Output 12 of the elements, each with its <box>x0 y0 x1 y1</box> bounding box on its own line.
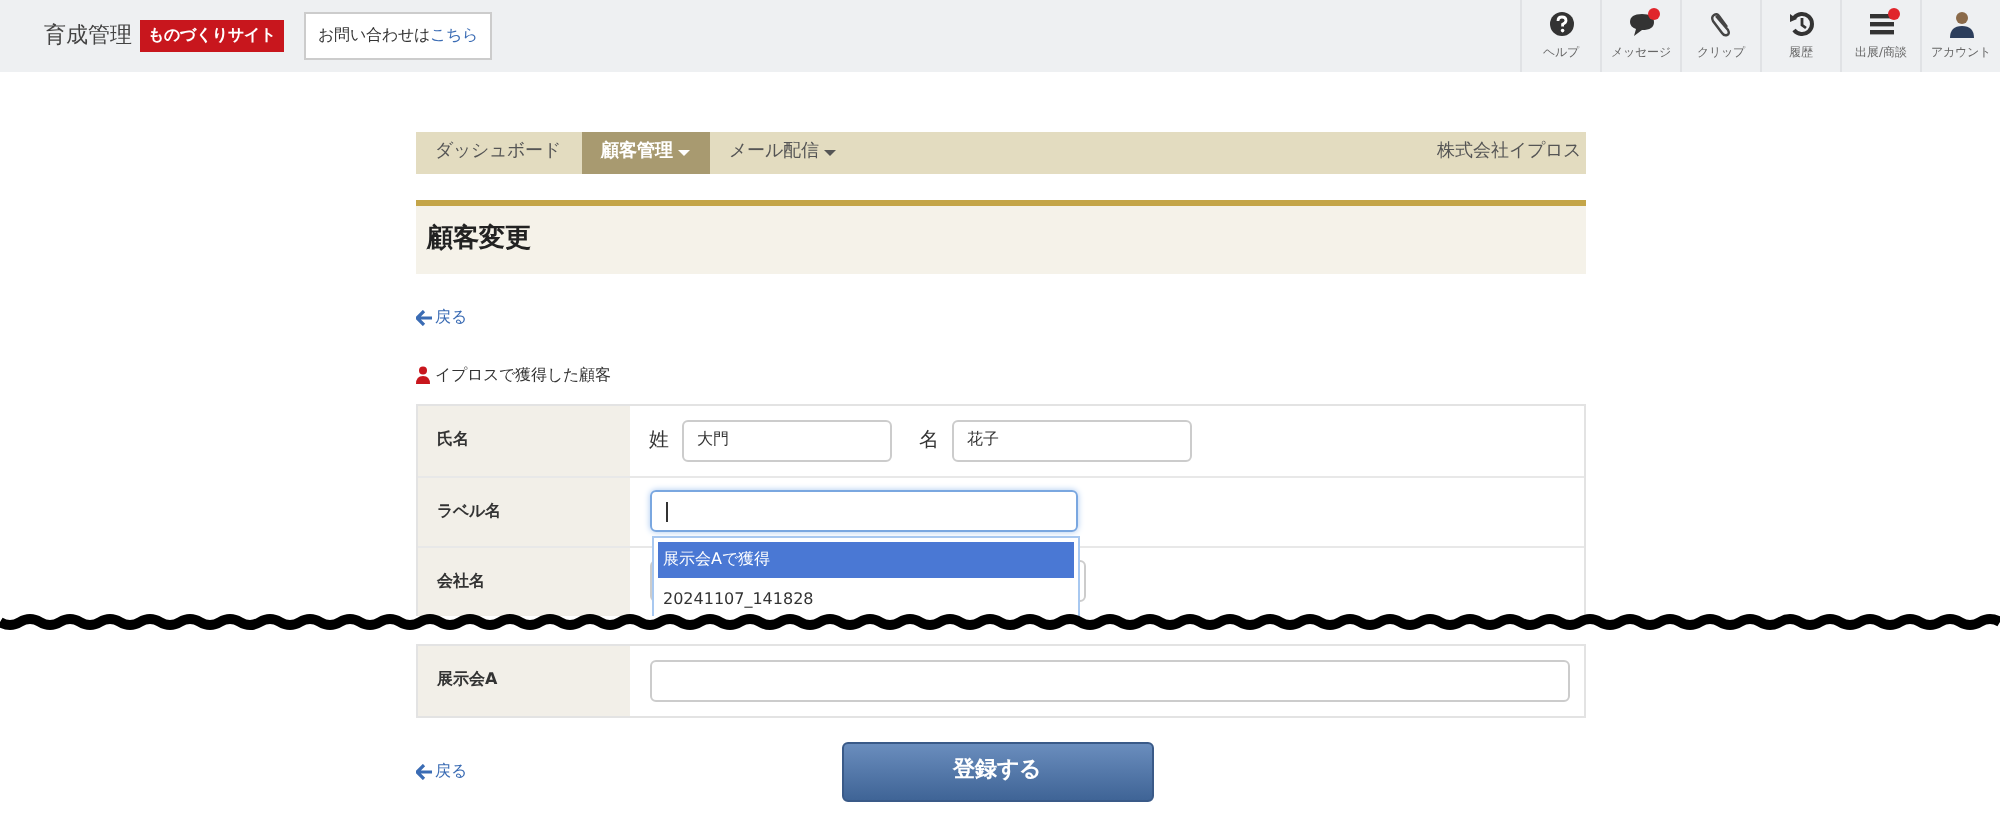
section-label: イプロスで獲得した顧客 <box>435 363 611 387</box>
field-label: ラベル名 <box>417 477 629 545</box>
field-label: 展示会A <box>417 645 629 715</box>
contact-text: お問い合わせは <box>318 26 430 44</box>
app-title: 育成管理 <box>44 19 132 52</box>
field-label: 姓 <box>649 427 669 455</box>
field-label: 氏名 <box>417 405 629 475</box>
page-title: 顧客変更 <box>415 200 1585 273</box>
site-tag: ものづくりサイト <box>140 20 284 52</box>
field-label: 名 <box>919 427 939 455</box>
field-label: 会社名 <box>417 547 629 615</box>
company-name: 株式会社イプロス <box>1437 139 1583 166</box>
